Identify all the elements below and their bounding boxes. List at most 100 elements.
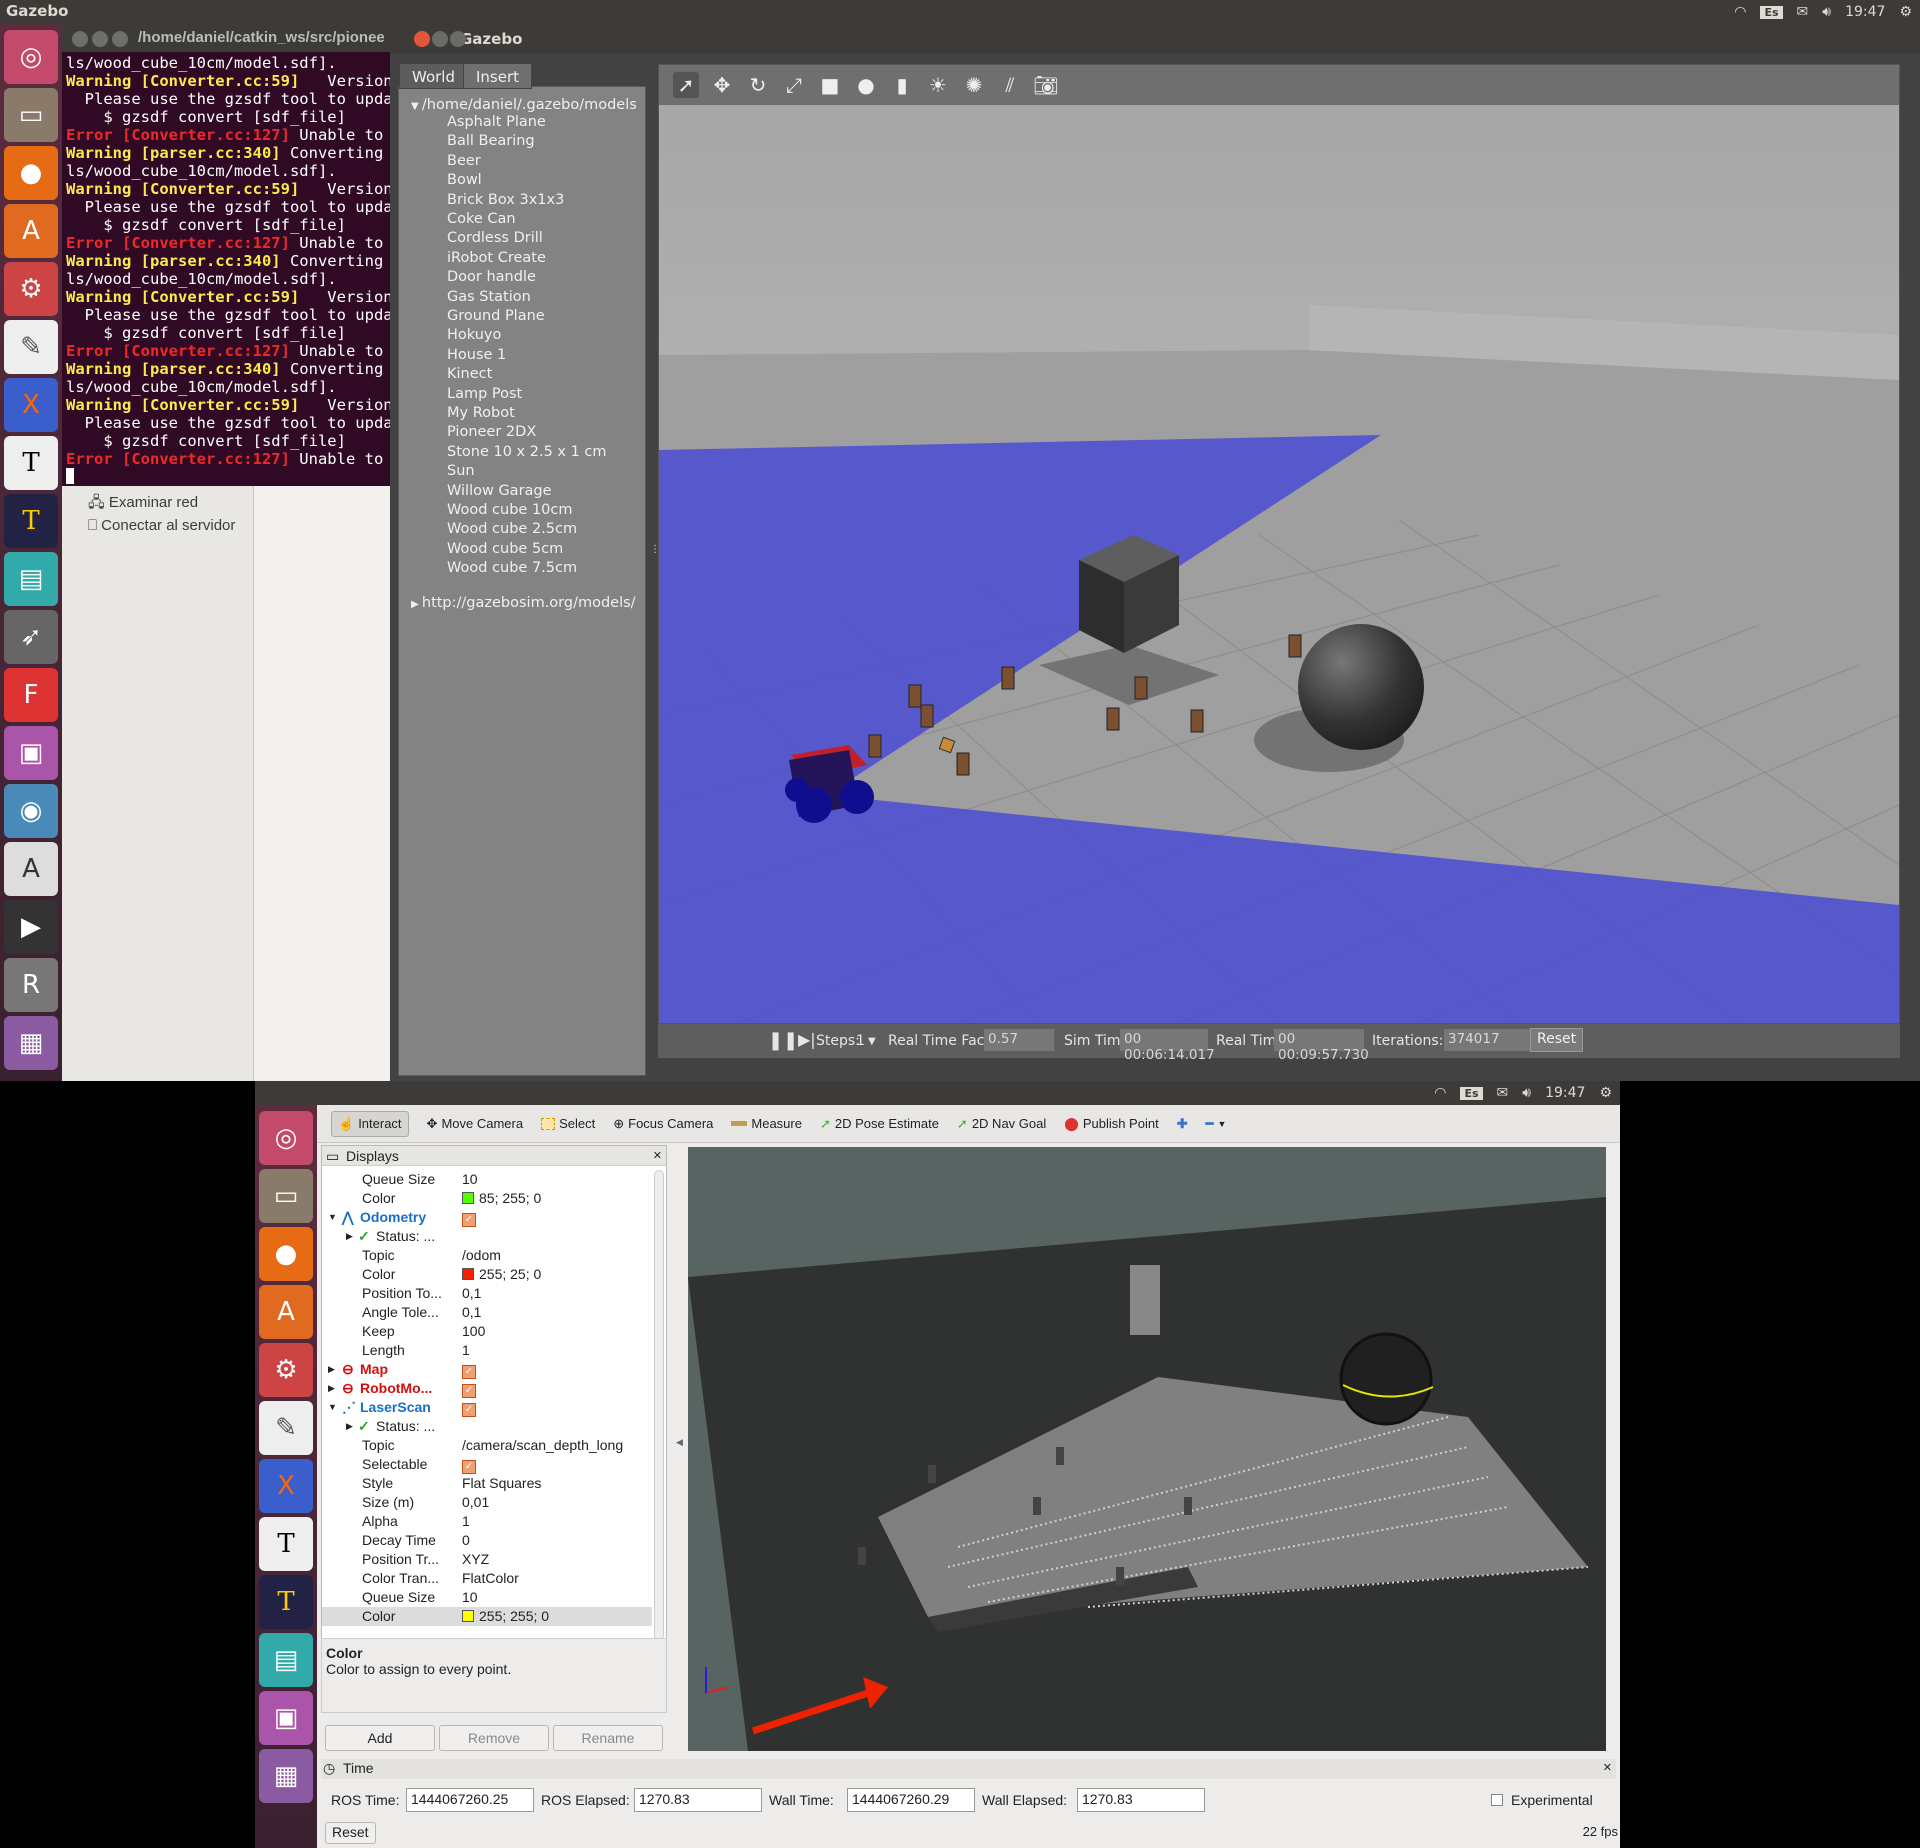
display-item[interactable]: ▼ ⋰ LaserScan ✓ [322,1398,652,1417]
gazebo-scene[interactable] [659,105,1899,1023]
experimental-checkbox[interactable]: Experimental [1491,1792,1593,1808]
rename-button[interactable]: Rename [553,1725,663,1751]
property-value[interactable]: 100 [462,1322,485,1341]
model-list-item[interactable]: House 1 [447,347,506,363]
gear-icon[interactable]: ⚙ [1899,4,1912,20]
directional-light-icon[interactable]: ⫽ [997,72,1023,98]
display-property-tree[interactable]: Queue Size 10 Color 85; 255; 0 ▼ ⋀ Odometry ✓ ▶ ✓… [322,1166,666,1646]
minimize-icon[interactable] [92,31,108,47]
display-item[interactable]: ▶ ⊖ RobotMo... ✓ [322,1379,652,1398]
text-editor-icon[interactable]: ✎ [4,320,58,374]
gazebo-3d-view[interactable]: ➚ ✥ ↻ ⤢ ■ ● ▮ ☀ ✺ ⫽ 📷︎ [658,64,1900,1024]
freecad-icon[interactable]: F [4,668,58,722]
measure-tool[interactable]: Measure [731,1116,802,1131]
wifi-icon[interactable]: ◠ [1434,1085,1446,1101]
model-list-item[interactable]: Asphalt Plane [447,114,546,130]
model-list-item[interactable]: Coke Can [447,211,516,227]
volume-icon[interactable]: 🔊︎ [1822,4,1831,20]
sidebar-item-browse-network[interactable]: 🖧︎ Examinar red [88,492,198,517]
property-row[interactable]: Topic/odom [322,1246,652,1265]
chevron-down-icon[interactable]: ▼ [328,1398,337,1417]
mail-icon[interactable]: ✉ [1497,1085,1509,1101]
property-row[interactable]: Color 255; 255; 0 [322,1607,652,1626]
clock[interactable]: 19:47 [1845,4,1885,20]
ubuntu-dash-icon[interactable]: ◎ [259,1111,313,1165]
model-list-item[interactable]: Wood cube 2.5cm [447,521,577,537]
property-value[interactable]: ✓ [462,1455,476,1474]
lyx-icon[interactable]: X [4,378,58,432]
enable-checkbox[interactable]: ✓ [462,1208,476,1227]
model-list-item[interactable]: Wood cube 7.5cm [447,560,577,576]
model-list-item[interactable]: Gas Station [447,289,531,305]
wall-time-field[interactable]: 1444067260.29 [847,1788,975,1812]
property-row[interactable]: Color 255; 25; 0 [322,1265,652,1284]
video-editor-icon[interactable]: ▣ [259,1691,313,1745]
rviz-icon[interactable]: R [4,958,58,1012]
model-list-item[interactable]: Cordless Drill [447,230,543,246]
texmaker-icon[interactable]: T [4,436,58,490]
select-mode-icon[interactable]: ➚ [673,72,699,98]
property-value[interactable]: 10 [462,1588,478,1607]
system-settings-icon[interactable]: ⚙ [4,262,58,316]
software-center-icon[interactable]: A [4,204,58,258]
pose-estimate-tool[interactable]: ➚ 2D Pose Estimate [820,1116,939,1132]
wall-elapsed-field[interactable]: 1270.83 [1077,1788,1205,1812]
property-value[interactable]: 0,1 [462,1303,481,1322]
model-list-item[interactable]: Ground Plane [447,308,545,324]
property-row[interactable]: Position Tr... XYZ [322,1550,652,1569]
video-editor-icon[interactable]: ▣ [4,726,58,780]
enable-checkbox[interactable]: ✓ [462,1379,476,1398]
pause-icon[interactable]: ❚❚ [768,1030,798,1051]
minimize-icon[interactable] [432,31,448,47]
property-value[interactable]: 1 [462,1341,470,1360]
splitter-left[interactable]: ◀ [676,1437,683,1448]
clock[interactable]: 19:47 [1545,1085,1585,1101]
property-value[interactable]: 10 [462,1170,478,1189]
chevron-right-icon[interactable]: ▶ [346,1227,353,1246]
property-row[interactable]: Color 85; 255; 0 [322,1189,652,1208]
model-list-item[interactable]: Sun [447,463,475,479]
rviz-3d-view[interactable]: ◀ [676,1147,1606,1751]
lyx-icon[interactable]: X [259,1459,313,1513]
ros-time-field[interactable]: 1444067260.25 [406,1788,534,1812]
steps-value[interactable]: 1 [856,1033,865,1049]
cylinder-shape-icon[interactable]: ▮ [889,72,915,98]
property-row[interactable]: Position To... 0,1 [322,1284,652,1303]
property-value[interactable]: 255; 25; 0 [462,1265,541,1284]
point-light-icon[interactable]: ☀ [925,72,951,98]
property-value[interactable]: 0 [462,1531,470,1550]
scale-mode-icon[interactable]: ⤢ [781,72,807,98]
property-value[interactable]: 0,1 [462,1284,481,1303]
add-tool-button[interactable]: ✚ [1177,1116,1188,1132]
property-row[interactable]: Size (m) 0,01 [322,1493,652,1512]
ros-elapsed-field[interactable]: 1270.83 [634,1788,762,1812]
splitter-handle[interactable]: ⋮ [650,544,660,558]
texstudio-icon[interactable]: T [259,1575,313,1629]
display-item[interactable]: ▶ ⊖ Map ✓ [322,1360,652,1379]
model-list-item[interactable]: Brick Box 3x1x3 [447,192,564,208]
close-icon[interactable]: ✕ [1603,1761,1612,1774]
rotate-mode-icon[interactable]: ↻ [745,72,771,98]
property-value[interactable]: FlatColor [462,1569,519,1588]
model-list-item[interactable]: Door handle [447,269,536,285]
property-row[interactable]: Selectable ✓ [322,1455,652,1474]
software-center-icon[interactable]: A [259,1285,313,1339]
model-list-item[interactable]: iRobot Create [447,250,546,266]
box-shape-icon[interactable]: ■ [817,72,843,98]
model-list-item[interactable]: Pioneer 2DX [447,424,536,440]
enable-checkbox[interactable]: ✓ [462,1360,476,1379]
maximize-icon[interactable] [112,31,128,47]
property-row[interactable]: Color Tran... FlatColor [322,1569,652,1588]
nav-goal-tool[interactable]: ➚ 2D Nav Goal [957,1116,1046,1132]
property-value[interactable]: 0,01 [462,1493,489,1512]
sphere-shape-icon[interactable]: ● [853,72,879,98]
system-settings-icon[interactable]: ⚙ [259,1343,313,1397]
property-row[interactable]: Style Flat Squares [322,1474,652,1493]
maximize-icon[interactable] [450,31,466,47]
workspace-switcher-icon[interactable]: ▦ [4,1016,58,1070]
pdf-shuffler-icon[interactable]: ▤ [259,1633,313,1687]
property-row[interactable]: ▶ ✓ Status: ... [322,1417,652,1436]
flashing-tool-icon[interactable]: ➶ [4,610,58,664]
firefox-icon[interactable]: ● [259,1227,313,1281]
gazebo-title-bar[interactable]: Gazebo [390,24,1920,54]
